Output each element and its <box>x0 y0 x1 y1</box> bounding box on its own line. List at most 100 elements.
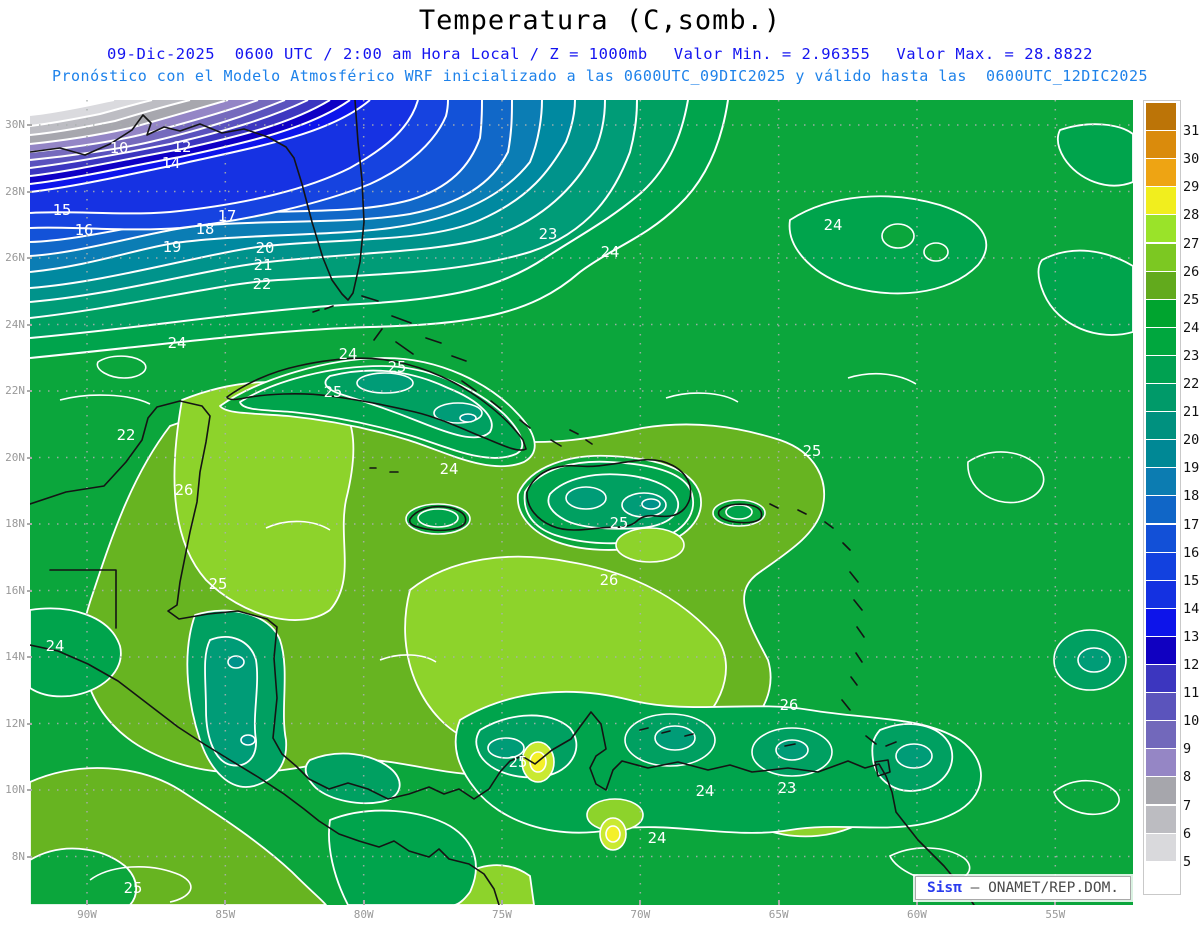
contour-label-25: 25 <box>803 442 822 460</box>
colorbar-cell <box>1146 384 1176 412</box>
colorbar-cell <box>1146 636 1176 664</box>
colorbar-label-30: 30 <box>1183 151 1200 168</box>
lat-tick-mark <box>27 124 32 126</box>
lime-spot-hispaniola-south <box>615 527 685 563</box>
contour-label-24: 24 <box>440 460 459 478</box>
andes-core-21 <box>895 743 933 769</box>
colorbar-label-14: 14 <box>1183 600 1200 617</box>
colorbar-cell <box>1146 327 1176 355</box>
contour-label-25: 25 <box>324 383 343 401</box>
contour-label-15: 15 <box>53 201 72 219</box>
colorbar-label-22: 22 <box>1183 376 1200 392</box>
colorbar-cell <box>1146 355 1176 383</box>
centam-core-20 <box>240 734 256 746</box>
contour-label-25: 25 <box>124 879 143 897</box>
colorbar-label-27: 27 <box>1183 235 1200 252</box>
contour-label-24: 24 <box>824 216 843 234</box>
lon-tick-mark <box>1054 900 1057 905</box>
colorbar-label-15: 15 <box>1183 572 1200 589</box>
colorbar-cell <box>1146 580 1176 608</box>
colorbar-label-20: 20 <box>1183 432 1200 449</box>
colorbar-label-16: 16 <box>1183 544 1200 561</box>
colorbar-label-13: 13 <box>1183 628 1200 645</box>
centam-highlands-21 <box>204 636 259 767</box>
andes-core-21 <box>654 725 696 751</box>
colorbar-cell <box>1146 777 1176 805</box>
lon-tick-mark <box>362 900 365 905</box>
colorbar-cell <box>1146 552 1176 580</box>
lat-tick-mark <box>27 722 32 725</box>
lon-tick-mark <box>915 900 918 905</box>
hispaniola-core-21 <box>565 486 607 510</box>
contour-label-22: 22 <box>117 426 136 444</box>
colorbar-label-5: 5 <box>1183 853 1192 870</box>
colorbar-cell <box>1146 243 1176 271</box>
contour-label-26: 26 <box>780 696 799 714</box>
lon-tick-mark <box>639 900 642 905</box>
contour-label-10: 10 <box>110 139 129 157</box>
colorbar-label-28: 28 <box>1183 207 1200 224</box>
hot-spot-28 <box>605 825 621 843</box>
lon-tick-label-80W: 80W <box>353 908 374 921</box>
colorbar-cell <box>1146 833 1176 861</box>
lon-tick-mark <box>224 900 227 905</box>
lat-tick-label-30N: 30N <box>5 118 25 131</box>
colorbar-cell <box>1146 468 1176 496</box>
lat-tick-mark <box>27 855 32 858</box>
lat-tick-mark <box>27 257 32 259</box>
colorbar-cell <box>1146 215 1176 243</box>
forecast-datetime: 09-Dic-2025 0600 UTC / 2:00 am Hora Loca… <box>106 45 648 63</box>
contour-label-24: 24 <box>339 345 358 363</box>
lat-tick-mark <box>27 190 32 193</box>
colorbar-label-19: 19 <box>1183 460 1200 477</box>
lat-tick-label-14N: 14N <box>5 650 25 663</box>
lon-tick-label-60W: 60W <box>907 908 927 921</box>
colorbar-cell <box>1146 440 1176 468</box>
page-title: Temperatura (C,somb.) <box>418 5 782 36</box>
lon-tick-label-75W: 75W <box>492 908 512 921</box>
lat-tick-mark <box>27 589 32 592</box>
lat-tick-label-28N: 28N <box>5 184 25 198</box>
centam-core-20 <box>227 655 245 669</box>
colorbar-cell <box>1146 159 1176 187</box>
colorbar-cell <box>1146 805 1176 833</box>
colorbar-cell <box>1146 131 1176 159</box>
weather-map-page: Temperatura (C,somb.) 09-Dic-2025 0600 U… <box>0 0 1200 927</box>
atlantic-hole <box>881 223 915 249</box>
colorbar-cell <box>1146 271 1176 299</box>
forecast-datetime-line: 09-Dic-2025 0600 UTC / 2:00 am Hora Loca… <box>0 45 1200 63</box>
value-min: Valor Min. = 2.96355 <box>673 45 871 63</box>
colorbar-cell <box>1146 524 1176 552</box>
lon-tick-label-65W: 65W <box>768 908 789 921</box>
contour-label-24: 24 <box>46 637 65 655</box>
puerto-rico-core <box>725 504 753 520</box>
contour-label-24: 24 <box>696 782 715 800</box>
contour-label-17: 17 <box>218 207 237 225</box>
colorbar-label-17: 17 <box>1183 516 1200 533</box>
lat-tick-mark <box>27 656 32 658</box>
colorbar-cell <box>1146 496 1176 524</box>
contour-label-25: 25 <box>209 575 228 593</box>
lon-tick-label-90W: 90W <box>77 908 97 921</box>
contour-label-24: 24 <box>168 334 187 352</box>
lat-tick-mark <box>27 789 32 791</box>
contour-label-22: 22 <box>253 275 272 293</box>
colorbar-cell <box>1146 187 1176 215</box>
contour-label-24: 24 <box>601 243 620 261</box>
cuba-core-21 <box>356 372 414 394</box>
colorbar-label-8: 8 <box>1183 769 1192 786</box>
colorbar-cell <box>1146 608 1176 636</box>
attribution-box: Sisπ – ONAMET/REP.DOM. <box>915 876 1131 900</box>
hispaniola-core-20 <box>641 498 661 510</box>
brand-logo: Sisπ <box>926 880 962 896</box>
colorbar-cell <box>1146 665 1176 693</box>
colorbar-label-11: 11 <box>1183 685 1200 702</box>
colorbar-label-23: 23 <box>1183 347 1200 364</box>
value-max: Valor Max. = 28.8822 <box>896 45 1094 63</box>
colorbar-label-7: 7 <box>1183 797 1192 814</box>
lat-tick-mark <box>27 390 32 392</box>
contour-label-26: 26 <box>600 571 619 589</box>
lat-tick-label-8N: 8N <box>11 849 25 863</box>
contour-label-23: 23 <box>778 779 797 797</box>
colorbar-label-18: 18 <box>1183 488 1200 505</box>
